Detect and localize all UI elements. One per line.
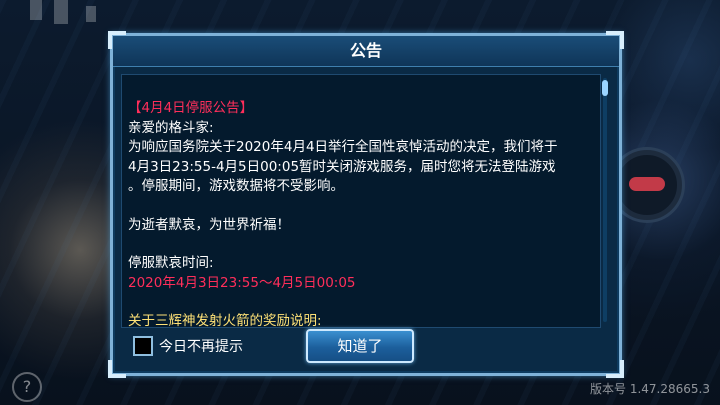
body-line: 为响应国务院关于2020年4月4日举行全国性哀悼活动的决定，我们将于 xyxy=(128,139,558,155)
downtime-label: 停服默哀时间: xyxy=(128,255,214,271)
scrollbar-thumb[interactable] xyxy=(602,80,608,96)
announcement-heading: 【4月4日停服公告】 xyxy=(128,100,254,116)
announcement-text: 【4月4日停服公告】 亲爱的格斗家: 为响应国务院关于2020年4月4日举行全国… xyxy=(128,99,588,328)
dialog-title: 公告 xyxy=(349,41,382,60)
background-pixel-block xyxy=(30,0,42,20)
announcement-content[interactable]: 【4月4日停服公告】 亲爱的格斗家: 为响应国务院关于2020年4月4日举行全国… xyxy=(121,74,601,328)
body-line: 。停服期间，游戏数据将不受影响。 xyxy=(128,178,344,194)
memorial-line: 为逝者默哀，为世界祈福！ xyxy=(128,216,290,233)
got-it-button[interactable]: 知道了 xyxy=(306,329,414,363)
reward-heading: 关于三辉神发射火箭的奖励说明: xyxy=(128,313,322,328)
body-line: 4月3日23:55-4月5日00:05暂时关闭游戏服务，届时您将无法登陆游戏 xyxy=(128,158,556,175)
scrollbar[interactable] xyxy=(602,78,608,322)
announcement-dialog: 公告 【4月4日停服公告】 亲爱的格斗家: 为响应国务院关于2020年4月4日举… xyxy=(108,31,624,378)
background-pixel-block xyxy=(86,6,96,22)
dialog-footer: 今日不再提示 知道了 xyxy=(113,328,619,370)
dont-show-today-checkbox[interactable] xyxy=(133,336,153,356)
dont-show-today-option[interactable]: 今日不再提示 xyxy=(133,333,243,359)
dont-show-today-label[interactable]: 今日不再提示 xyxy=(159,336,243,356)
background-pixel-block xyxy=(54,0,68,24)
background-character-ornament xyxy=(612,150,682,220)
downtime-value: 2020年4月3日23:55～4月5日00:05 xyxy=(128,274,356,291)
dialog-title-bar: 公告 xyxy=(113,36,619,67)
ornament-gem xyxy=(629,177,665,191)
help-icon[interactable]: ? xyxy=(12,372,42,402)
greeting: 亲爱的格斗家: xyxy=(128,119,214,136)
version-label: 版本号 1.47.28665.3 xyxy=(590,382,710,396)
